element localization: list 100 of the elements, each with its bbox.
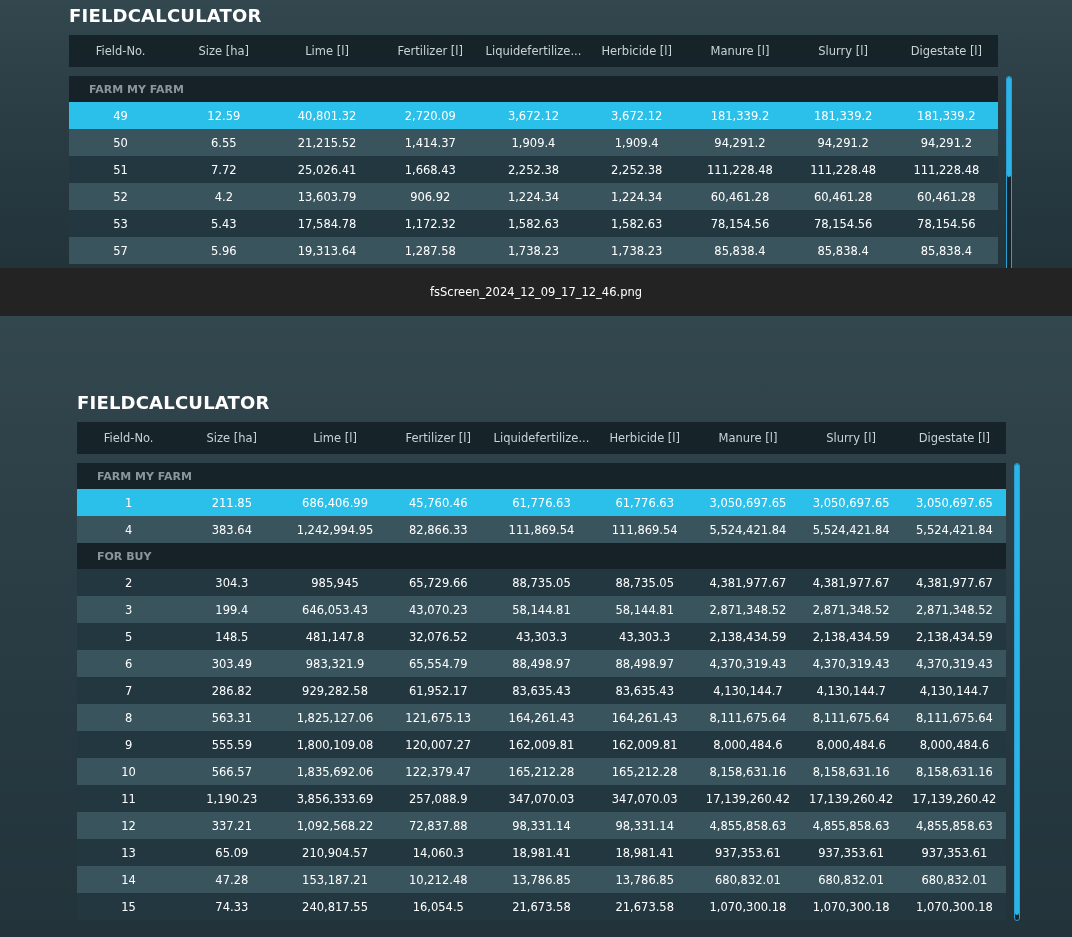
table-cell: 686,406.99 bbox=[302, 495, 368, 510]
table-row[interactable]: 5 148.5 481,147.8 32,076.52 43,303.3 43,303.3 2,138,434.59 2,138,434.59 2,138,434.59 bbox=[77, 623, 1006, 650]
column-header[interactable]: Lime [l] bbox=[305, 44, 349, 58]
table-row[interactable]: 4 383.64 1,242,994.95 82,866.33 111,869.54 111,869.54 5,524,421.84 5,524,421.84 5,524,421.84 bbox=[77, 516, 1006, 543]
column-header[interactable]: Liquidefertilize... bbox=[485, 44, 582, 58]
table-row[interactable]: 8 563.31 1,825,127.06 121,675.13 164,261.43 164,261.43 8,111,675.64 8,111,675.64 8,111,675.64 bbox=[77, 704, 1006, 731]
table-row[interactable]: 57 5.96 19,313.64 1,287.58 1,738.23 1,738.23 85,838.4 85,838.4 85,838.4 bbox=[69, 237, 998, 264]
table-row[interactable]: 13 65.09 210,904.57 14,060.3 18,981.41 18,981.41 937,353.61 937,353.61 937,353.61 bbox=[77, 839, 1006, 866]
table-row[interactable]: 15 74.33 240,817.55 16,054.5 21,673.58 21,673.58 1,070,300.18 1,070,300.18 1,070,300.18 bbox=[77, 893, 1006, 920]
column-header[interactable]: Lime [l] bbox=[313, 431, 357, 445]
table-cell: 1,224.34 bbox=[611, 189, 663, 204]
table-cell: 2,871,348.52 bbox=[709, 602, 787, 617]
table-cell: 4,130,144.7 bbox=[816, 683, 886, 698]
group-label: FARM MY FARM bbox=[97, 469, 192, 483]
table-cell: 13,786.85 bbox=[615, 872, 674, 887]
table-cell: 51 bbox=[113, 162, 128, 177]
table-cell: 937,353.61 bbox=[715, 845, 781, 860]
table-cell: 555.59 bbox=[211, 737, 252, 752]
column-header[interactable]: Digestate [l] bbox=[910, 44, 983, 58]
column-header[interactable]: Size [ha] bbox=[206, 431, 258, 445]
column-header[interactable]: Fertilizer [l] bbox=[397, 44, 464, 58]
column-header[interactable]: Liquidefertilize... bbox=[493, 431, 590, 445]
column-header[interactable]: Herbicide [l] bbox=[601, 44, 673, 58]
table-cell: 43,070.23 bbox=[409, 602, 468, 617]
table-cell: 1,070,300.18 bbox=[709, 899, 787, 914]
table-cell: 4,370,319.43 bbox=[915, 656, 993, 671]
table-cell: 347,070.03 bbox=[508, 791, 575, 806]
table-cell: 10,212.48 bbox=[409, 872, 468, 887]
table-cell: 2,138,434.59 bbox=[709, 629, 787, 644]
table-row[interactable]: 53 5.43 17,584.78 1,172.32 1,582.63 1,582.63 78,154.56 78,154.56 78,154.56 bbox=[69, 210, 998, 237]
table-cell: 4,855,858.63 bbox=[915, 818, 993, 833]
table-cell: 210,904.57 bbox=[302, 845, 368, 860]
table-cell: 4,381,977.67 bbox=[709, 575, 787, 590]
table-cell: 2,720.09 bbox=[404, 108, 456, 123]
table-row[interactable]: 2 304.3 985,945 65,729.66 88,735.05 88,735.05 4,381,977.67 4,381,977.67 4,381,977.67 bbox=[77, 569, 1006, 596]
table-cell: 1,190.23 bbox=[206, 791, 258, 806]
table-row[interactable]: 50 6.55 21,215.52 1,414.37 1,909.4 1,909.4 94,291.2 94,291.2 94,291.2 bbox=[69, 129, 998, 156]
scrollbar[interactable] bbox=[1006, 76, 1012, 268]
table-cell: 14,060.3 bbox=[412, 845, 464, 860]
table-cell: 181,339.2 bbox=[917, 108, 976, 123]
table-row[interactable]: 12 337.21 1,092,568.22 72,837.88 98,331.14 98,331.14 4,855,858.63 4,855,858.63 4,855,858.63 bbox=[77, 812, 1006, 839]
table-row[interactable]: 7 286.82 929,282.58 61,952.17 83,635.43 83,635.43 4,130,144.7 4,130,144.7 4,130,144.7 bbox=[77, 677, 1006, 704]
table-cell: 43,303.3 bbox=[619, 629, 671, 644]
table-cell: 2,871,348.52 bbox=[915, 602, 993, 617]
table-cell: 164,261.43 bbox=[611, 710, 678, 725]
table-cell: 2,138,434.59 bbox=[915, 629, 993, 644]
table-cell: 111,869.54 bbox=[611, 522, 678, 537]
column-header[interactable]: Manure [l] bbox=[710, 44, 770, 58]
table-cell: 8,111,675.64 bbox=[915, 710, 993, 725]
table-cell: 4 bbox=[124, 522, 133, 537]
table-cell: 680,832.01 bbox=[818, 872, 885, 887]
table-cell: 85,838.4 bbox=[920, 243, 972, 258]
window-title: FIELDCALCULATOR bbox=[69, 4, 262, 28]
table-row[interactable]: 11 1,190.23 3,856,333.69 257,088.9 347,070.03 347,070.03 17,139,260.42 17,139,260.42 17,139,260.42 bbox=[77, 785, 1006, 812]
table-cell: 566.57 bbox=[211, 764, 252, 779]
table-row[interactable]: 9 555.59 1,800,109.08 120,007.27 162,009.81 162,009.81 8,000,484.6 8,000,484.6 8,000,484.6 bbox=[77, 731, 1006, 758]
table-cell: 98,331.14 bbox=[512, 818, 571, 833]
table-row[interactable]: 14 47.28 153,187.21 10,212.48 13,786.85 13,786.85 680,832.01 680,832.01 680,832.01 bbox=[77, 866, 1006, 893]
table-cell: 60,461.28 bbox=[917, 189, 976, 204]
table-cell: 937,353.61 bbox=[818, 845, 885, 860]
table-cell: 9 bbox=[124, 737, 133, 752]
table-cell: 49 bbox=[113, 108, 128, 123]
table-cell: 1,172.32 bbox=[404, 216, 456, 231]
table-cell: 1,224.34 bbox=[507, 189, 560, 204]
table-cell: 19,313.64 bbox=[297, 243, 357, 258]
table-cell: 61,776.63 bbox=[615, 495, 674, 510]
table-cell: 4,130,144.7 bbox=[713, 683, 783, 698]
column-header[interactable]: Herbicide [l] bbox=[609, 431, 681, 445]
scrollbar-thumb[interactable] bbox=[1007, 77, 1011, 177]
scrollbar[interactable] bbox=[1014, 463, 1020, 921]
column-header[interactable]: Digestate [l] bbox=[918, 431, 991, 445]
column-header[interactable]: Slurry [l] bbox=[826, 431, 876, 445]
table-cell: 5.96 bbox=[211, 243, 237, 258]
table-cell: 32,076.52 bbox=[409, 629, 468, 644]
column-header[interactable]: Field-No. bbox=[103, 431, 154, 445]
table-cell: 1,668.43 bbox=[404, 162, 456, 177]
scrollbar-thumb[interactable] bbox=[1015, 464, 1019, 916]
table-row[interactable]: 10 566.57 1,835,692.06 122,379.47 165,212.28 165,212.28 8,158,631.16 8,158,631.16 8,158,631.16 bbox=[77, 758, 1006, 785]
column-header[interactable]: Field-No. bbox=[95, 44, 146, 58]
table-row[interactable]: 3 199.4 646,053.43 43,070.23 58,144.81 58,144.81 2,871,348.52 2,871,348.52 2,871,348.52 bbox=[77, 596, 1006, 623]
column-header[interactable]: Fertilizer [l] bbox=[405, 431, 472, 445]
table-cell: 1,825,127.06 bbox=[296, 710, 374, 725]
table-cell: 304.3 bbox=[215, 575, 249, 590]
table-cell: 1,242,994.95 bbox=[296, 522, 374, 537]
column-header[interactable]: Slurry [l] bbox=[818, 44, 868, 58]
table-cell: 58,144.81 bbox=[512, 602, 571, 617]
table-cell: 17,139,260.42 bbox=[912, 791, 997, 806]
column-header[interactable]: Manure [l] bbox=[718, 431, 778, 445]
table-cell: 94,291.2 bbox=[817, 135, 869, 150]
table-cell: 1,582.63 bbox=[611, 216, 663, 231]
table-cell: 17,139,260.42 bbox=[809, 791, 894, 806]
table-cell: 303.49 bbox=[211, 656, 252, 671]
table-row[interactable]: 6 303.49 983,321.9 65,554.79 88,498.97 88,498.97 4,370,319.43 4,370,319.43 4,370,319.43 bbox=[77, 650, 1006, 677]
table-row[interactable]: 51 7.72 25,026.41 1,668.43 2,252.38 2,252.38 111,228.48 111,228.48 111,228.48 bbox=[69, 156, 998, 183]
table-cell: 7.72 bbox=[211, 162, 237, 177]
table-cell: 1,092,568.22 bbox=[296, 818, 374, 833]
table-row[interactable]: 52 4.2 13,603.79 906.92 1,224.34 1,224.34 60,461.28 60,461.28 60,461.28 bbox=[69, 183, 998, 210]
table-cell: 78,154.56 bbox=[710, 216, 770, 231]
table-cell: 40,801.32 bbox=[297, 108, 357, 123]
column-header[interactable]: Size [ha] bbox=[198, 44, 250, 58]
